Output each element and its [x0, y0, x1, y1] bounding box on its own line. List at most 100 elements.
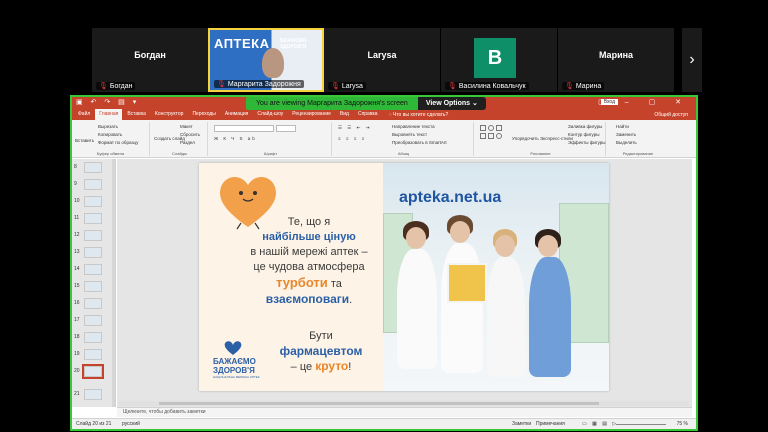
slide[interactable]: Те, що я найбільше ціную в нашій мережі … [199, 163, 609, 391]
reset-button[interactable]: Сбросить [180, 132, 200, 137]
shape-icon[interactable] [488, 133, 494, 139]
shape-icon[interactable] [496, 125, 502, 131]
group-label: Слайды [172, 151, 187, 156]
section-button[interactable]: Раздел [180, 140, 195, 145]
comments-toggle[interactable]: Примечания [536, 421, 565, 427]
participant-label: 🎙 Марина [562, 82, 605, 90]
zoom-meeting: Богдан 🎙 Богдан АПТЕКА БАЖАЄМО ЗДОРОВ'Я 🎙… [0, 0, 768, 432]
participant-tile-maryna[interactable]: Марина 🎙 Марина [558, 28, 674, 92]
thumbnail[interactable]: 11 [72, 212, 116, 226]
share-access-button[interactable]: Общий доступ [654, 112, 688, 118]
muted-mic-icon: 🎙 [99, 83, 108, 90]
editing-group: Найти Заменить Выделить Редактирование [608, 122, 668, 156]
participant-label: 🎙 Василина Ковальчук [445, 82, 529, 90]
font-size-field[interactable] [276, 125, 296, 132]
shape-outline-button[interactable]: Контур фигуры [568, 132, 599, 137]
arrange-button[interactable]: Упорядочить [512, 136, 539, 141]
shape-icon[interactable] [488, 125, 494, 131]
find-button[interactable]: Найти [616, 124, 629, 129]
speaker-face [262, 48, 284, 78]
view-options-button[interactable]: View Options ⌄ [417, 97, 486, 110]
align-icons[interactable]: ≡ ≡ ≡ ≡ [338, 136, 366, 141]
thumbnail[interactable]: 13 [72, 246, 116, 260]
participant-name: Larysa [367, 50, 397, 60]
slide-quote: Те, що я найбільше ціную в нашій мережі … [250, 216, 368, 306]
zoom-slider[interactable] [616, 424, 666, 425]
thumbnail[interactable]: 10 [72, 195, 116, 209]
font-group: Ж К Ч S ab Шрифт [210, 122, 332, 156]
tab-transitions[interactable]: Переходы [188, 109, 219, 120]
thumbnail[interactable]: 17 [72, 314, 116, 328]
zoom-level[interactable]: 75 % [677, 421, 688, 427]
thumbnail[interactable]: 12 [72, 229, 116, 243]
paragraph-group: ☰ ☰ ⇤ ⇥ ≡ ≡ ≡ ≡ Направление текста Выров… [334, 122, 474, 156]
paste-button[interactable]: Вставить [75, 138, 94, 143]
text-direction-button[interactable]: Направление текста [392, 124, 435, 129]
avatar: B [474, 38, 516, 78]
font-format-icons[interactable]: Ж К Ч S ab [214, 136, 257, 141]
shape-fill-button[interactable]: Заливка фигуры [568, 124, 602, 129]
pharmacy-team-photo: apteka.net.ua [383, 163, 609, 391]
tab-review[interactable]: Рецензирование [288, 109, 335, 120]
clipboard-group: Вставить Вырезать Копировать Формат по о… [72, 122, 150, 156]
thumbnail[interactable]: 18 [72, 331, 116, 345]
tab-design[interactable]: Конструктор [151, 109, 188, 120]
participant-tile-larysa[interactable]: Larysa 🎙 Larysa [324, 28, 440, 92]
group-label: Абзац [397, 151, 410, 156]
notes-toggle[interactable]: Заметки [512, 421, 531, 427]
shape-icon[interactable] [480, 125, 486, 131]
align-text-button[interactable]: Выровнять текст [392, 132, 427, 137]
thumbnail-selected[interactable]: 20 [72, 364, 116, 379]
tab-help[interactable]: Справка [354, 109, 382, 120]
thumbnail[interactable]: 14 [72, 263, 116, 277]
thumbnail[interactable]: 15 [72, 280, 116, 294]
thumbnail[interactable]: 16 [72, 297, 116, 311]
list-icons[interactable]: ☰ ☰ ⇤ ⇥ [338, 125, 371, 131]
scroll-thumb[interactable] [159, 402, 599, 405]
font-name-field[interactable] [214, 125, 274, 132]
thumbnail[interactable]: 9 [72, 178, 116, 192]
shop-sign: apteka.net.ua [399, 189, 502, 206]
notes-pane[interactable]: Щелкните, чтобы добавить заметки [117, 407, 692, 417]
shape-icon[interactable] [496, 133, 502, 139]
participant-label: 🎙 Larysa [328, 82, 366, 90]
tab-home[interactable]: Главная [95, 109, 123, 120]
ribbon: Вставить Вырезать Копировать Формат по о… [72, 120, 696, 158]
participant-strip: Богдан 🎙 Богдан АПТЕКА БАЖАЄМО ЗДОРОВ'Я 🎙… [0, 28, 768, 92]
participant-tile-bogdan[interactable]: Богдан 🎙 Богдан [92, 28, 208, 92]
tell-me-search[interactable]: ◌ Что вы хотите сделать? [389, 112, 449, 118]
smartart-button[interactable]: Преобразовать в SmartArt [392, 140, 447, 145]
thumbnail[interactable]: 19 [72, 348, 116, 362]
shape-icon[interactable] [480, 133, 486, 139]
thumbnail[interactable]: 21 [72, 388, 116, 402]
participant-tile-active-speaker[interactable]: АПТЕКА БАЖАЄМО ЗДОРОВ'Я 🎙 Маргарита Задор… [208, 28, 324, 92]
thumbnail-scrollbar[interactable] [112, 159, 115, 407]
view-buttons[interactable]: ▭ ▦ ▤ ▷ [582, 421, 618, 427]
cut-button[interactable]: Вырезать [98, 124, 118, 129]
tab-view[interactable]: Вид [336, 109, 353, 120]
quick-access-icons[interactable]: ▣ ↶ ↷ ▤ ▾ [76, 98, 139, 106]
shape-effects-button[interactable]: Эффекты фигуры [568, 140, 606, 145]
participant-tile-vasylyna[interactable]: B 🎙 Василина Ковальчук [441, 28, 557, 92]
tab-insert[interactable]: Вставка [123, 109, 150, 120]
tab-animations[interactable]: Анимация [221, 109, 252, 120]
status-bar: Слайд 20 из 21 русский Заметки Примечани… [72, 418, 696, 429]
horizontal-scrollbar[interactable] [119, 401, 689, 406]
muted-mic-icon: 🎙 [565, 83, 574, 90]
brand-logo: БАЖАЄМО ЗДОРОВ'Я НАЦІОНАЛЬНА МЕРЕЖА АПТЕ… [211, 341, 269, 381]
window-controls[interactable]: ▢ – ▢ ✕ [598, 98, 690, 106]
next-page-chevron-icon[interactable]: › [682, 28, 702, 92]
select-button[interactable]: Выделить [616, 140, 637, 145]
tab-file[interactable]: Файл [74, 109, 94, 120]
layout-button[interactable]: Макет [180, 124, 193, 129]
banner-text: АПТЕКА [214, 36, 270, 51]
replace-button[interactable]: Заменить [616, 132, 636, 137]
tab-slideshow[interactable]: Слайд-шоу [253, 109, 287, 120]
participant-label: 🎙 Богдан [96, 82, 136, 90]
group-label: Буфер обмена [96, 151, 125, 156]
thumbnail[interactable]: 8 [72, 161, 116, 175]
group-label: Шрифт [263, 151, 278, 156]
copy-button[interactable]: Копировать [98, 132, 122, 137]
format-painter-button[interactable]: Формат по образцу [98, 140, 138, 145]
muted-mic-icon: 🎙 [331, 83, 340, 90]
